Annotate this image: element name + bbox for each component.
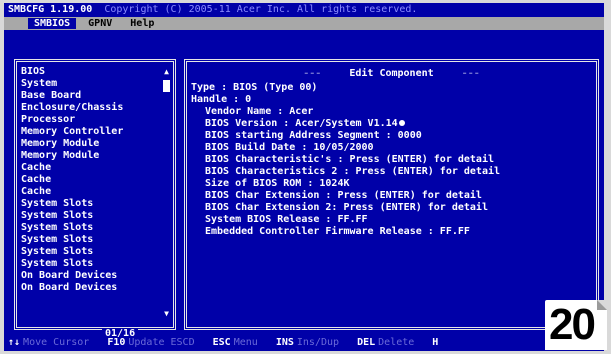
header-right-dashes: ---	[461, 68, 480, 79]
panel-header: --- Edit Component ---	[187, 68, 596, 79]
field-bios-characteristics-2[interactable]: BIOS Characteristics 2 : Press (ENTER) f…	[191, 166, 591, 178]
list-item[interactable]: Memory Module	[21, 150, 163, 162]
title-bar: SMBCFG 1.19.00 Copyright (C) 2005-11 Ace…	[4, 3, 604, 17]
detail-type: Type : BIOS (Type 00)	[191, 82, 318, 93]
list-item[interactable]: On Board Devices	[21, 282, 163, 294]
status-bar: ↑↓ Move Cursor F10 Update ESCD ESC Menu INS…	[4, 337, 604, 351]
status-key-h: H	[432, 337, 439, 348]
list-item[interactable]: BIOS	[21, 66, 163, 78]
component-list-panel: BIOS System Base Board Enclosure/Chassis…	[14, 59, 176, 330]
field-ec-firmware-release[interactable]: Embedded Controller Firmware Release : F…	[191, 226, 591, 238]
menu-help[interactable]: Help	[124, 18, 160, 29]
scroll-thumb[interactable]	[163, 80, 170, 92]
list-item[interactable]: Base Board	[21, 90, 163, 102]
list-item[interactable]: Cache	[21, 186, 163, 198]
list-item[interactable]: On Board Devices	[21, 270, 163, 282]
panel-title: Edit Component	[349, 68, 434, 79]
field-system-bios-release[interactable]: System BIOS Release : FF.FF	[191, 214, 591, 226]
list-item[interactable]: System Slots	[21, 198, 163, 210]
scroll-down-arrow-icon[interactable]: ▼	[163, 310, 170, 318]
field-bios-rom-size[interactable]: Size of BIOS ROM : 1024K	[191, 178, 591, 190]
component-details: Type : BIOS (Type 00) Handle : 0 Vendor …	[191, 82, 591, 238]
status-desc-insdup: Ins/Dup	[296, 337, 340, 348]
list-scrollbar[interactable]: ▲ ▼	[163, 68, 170, 318]
status-key-arrows: ↑↓	[8, 337, 21, 348]
copyright-text: Copyright (C) 2005-11 Acer Inc. All righ…	[104, 4, 418, 15]
status-desc-menu: Menu	[233, 337, 258, 348]
status-desc-move: Move Cursor	[23, 337, 90, 348]
detail-handle: Handle : 0	[191, 94, 252, 105]
page-number: 20	[549, 300, 596, 349]
status-desc-delete: Delete	[378, 337, 415, 348]
status-key-esc: ESC	[212, 337, 231, 348]
app-title: SMBCFG 1.19.00	[8, 4, 93, 15]
field-bios-build-date[interactable]: BIOS Build Date : 10/05/2000	[191, 142, 591, 154]
list-item[interactable]: System Slots	[21, 258, 163, 270]
bios-screen: SMBCFG 1.19.00 Copyright (C) 2005-11 Ace…	[4, 3, 604, 351]
field-bios-characteristics[interactable]: BIOS Characteristic's : Press (ENTER) fo…	[191, 154, 591, 166]
scroll-up-arrow-icon[interactable]: ▲	[163, 68, 170, 76]
list-item[interactable]: Memory Module	[21, 138, 163, 150]
text-cursor	[398, 120, 405, 126]
list-item[interactable]: Cache	[21, 162, 163, 174]
field-bios-char-extension-2[interactable]: BIOS Char Extension 2: Press (ENTER) for…	[191, 202, 591, 214]
menu-smbios[interactable]: SMBIOS	[28, 18, 77, 29]
status-desc-update: Update ESCD	[128, 337, 195, 348]
list-item[interactable]: System Slots	[21, 210, 163, 222]
field-bios-version-text: BIOS Version : Acer/System V1.14	[205, 118, 398, 129]
menu-bar: SMBIOS GPNV Help	[4, 17, 604, 30]
component-list: BIOS System Base Board Enclosure/Chassis…	[21, 66, 163, 294]
page-number-badge: 20	[545, 300, 607, 350]
field-bios-char-extension[interactable]: BIOS Char Extension : Press (ENTER) for …	[191, 190, 591, 202]
status-key-f10: F10	[107, 337, 126, 348]
field-bios-version[interactable]: BIOS Version : Acer/System V1.14	[191, 118, 591, 130]
list-item[interactable]: Processor	[21, 114, 163, 126]
list-item[interactable]: Cache	[21, 174, 163, 186]
page-corner-fold-icon	[597, 300, 607, 310]
status-key-ins: INS	[275, 337, 294, 348]
header-left-dashes: ---	[303, 68, 322, 79]
menu-gpnv[interactable]: GPNV	[82, 18, 118, 29]
field-bios-start-segment[interactable]: BIOS starting Address Segment : 0000	[191, 130, 591, 142]
list-item[interactable]: System Slots	[21, 246, 163, 258]
status-key-del: DEL	[357, 337, 376, 348]
list-item[interactable]: Enclosure/Chassis	[21, 102, 163, 114]
field-vendor-name[interactable]: Vendor Name : Acer	[191, 106, 591, 118]
list-item[interactable]: System	[21, 78, 163, 90]
list-item[interactable]: System Slots	[21, 234, 163, 246]
list-item[interactable]: Memory Controller	[21, 126, 163, 138]
edit-component-panel: --- Edit Component --- Type : BIOS (Type…	[184, 59, 599, 330]
list-item[interactable]: System Slots	[21, 222, 163, 234]
